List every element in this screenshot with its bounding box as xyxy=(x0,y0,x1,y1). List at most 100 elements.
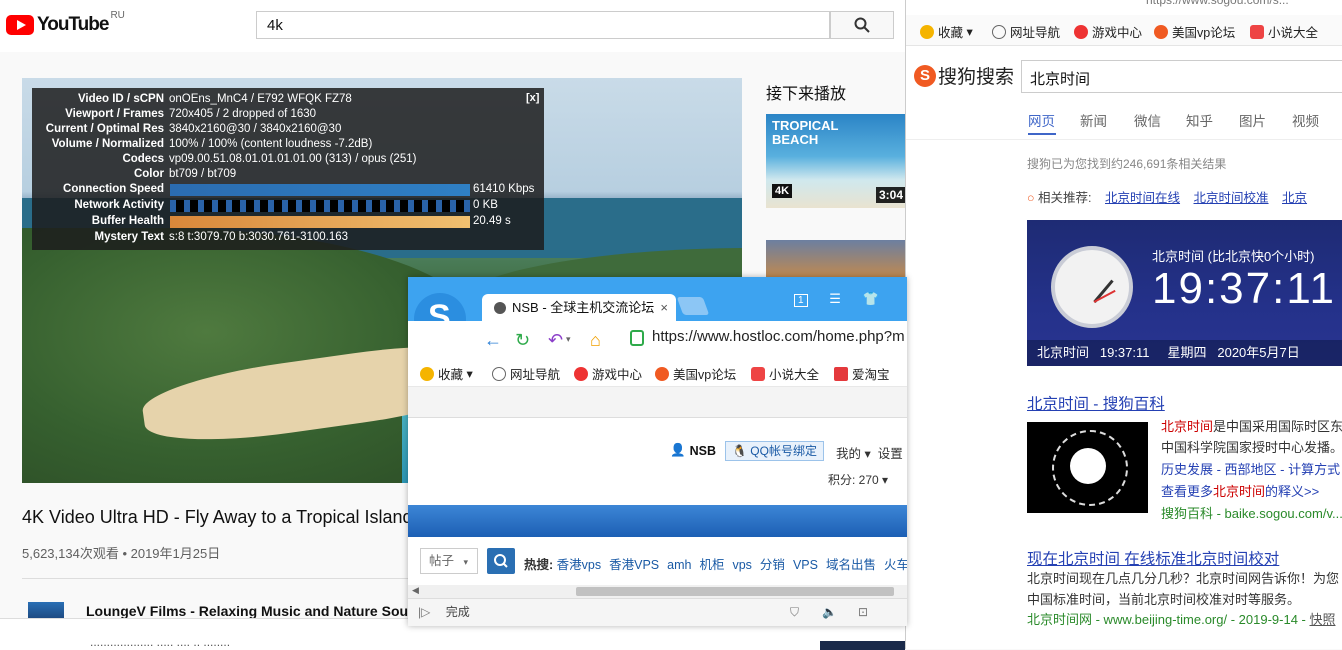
hot-link[interactable]: amh xyxy=(667,558,691,572)
related-link[interactable]: 北京时间在线 xyxy=(1105,191,1180,205)
up-next-thumbnail[interactable] xyxy=(766,240,906,280)
network-activity-graph xyxy=(170,200,470,212)
beijing-time-widget: 北京时间 (比北京快0个小时) 19:37:11 北京时间 19:37:11 星… xyxy=(1027,220,1342,366)
user-link[interactable]: 👤 NSB xyxy=(670,443,716,458)
result-title[interactable]: 现在北京时间 在线标准北京时间校对 xyxy=(1027,547,1279,569)
score-menu[interactable]: 积分: 270 ▾ xyxy=(828,471,888,488)
logo-text: 搜狗搜索 xyxy=(938,67,1015,88)
hot-link[interactable]: 域名出售 xyxy=(826,558,876,572)
bookmark-games[interactable]: 游戏中心 xyxy=(574,364,642,383)
globe-icon xyxy=(992,24,1006,39)
forum-nav-bar xyxy=(408,505,907,537)
shield-icon[interactable]: ⛉ xyxy=(790,599,799,625)
bookmark-label: 游戏中心 xyxy=(1092,26,1143,40)
my-menu[interactable]: 我的 ▾ 设置 xyxy=(836,443,903,462)
bookmark-favorites[interactable]: 收藏 ▾ xyxy=(420,364,473,383)
bookmarks-bar: 收藏 ▾ 网址导航 游戏中心 美国vp论坛 小说大全 xyxy=(906,15,1342,46)
address-bar[interactable]: https://www.sogou.com/s... xyxy=(906,0,1342,12)
source-url: 北京时间网 - www.beijing-time.org/ - 2019-9-1… xyxy=(1027,612,1310,627)
hot-link[interactable]: VPS xyxy=(793,558,818,572)
sogou-logo[interactable]: S 搜狗搜索 xyxy=(914,62,1014,89)
skin-icon[interactable]: 👕 xyxy=(862,291,878,306)
hot-link[interactable]: 香港vps xyxy=(557,558,601,572)
volume-icon[interactable]: 🔈 xyxy=(822,599,837,625)
scroll-left-icon[interactable]: ◀ xyxy=(412,585,419,596)
bookmark-novels[interactable]: 小说大全 xyxy=(751,364,819,383)
stats-row: Mystery Text s:8 t:3079.70 b:3030.761-310… xyxy=(32,231,544,246)
bookmark-taobao[interactable]: 爱淘宝 xyxy=(834,364,890,383)
search-button[interactable] xyxy=(830,11,894,39)
hot-link[interactable]: 火车头 xyxy=(884,558,907,572)
channel-name[interactable]: LoungeV Films - Relaxing Music and Natur… xyxy=(86,603,433,619)
result-more-link[interactable]: 查看更多北京时间的释义>> xyxy=(1161,481,1319,503)
up-next-thumbnail[interactable]: TROPICAL BEACH 4K 3:04 xyxy=(766,114,906,208)
bookmark-nav[interactable]: 网址导航 xyxy=(492,364,560,383)
bookmark-games[interactable]: 游戏中心 xyxy=(1074,22,1142,41)
status-bar: |▷ 完成 ⛉ 🔈 ⊡ xyxy=(408,598,907,626)
browser-tab[interactable]: NSB - 全球主机交流论坛 × xyxy=(482,294,676,321)
tab-wechat[interactable]: 微信 xyxy=(1134,110,1161,130)
stats-for-nerds-panel: [x] Video ID / sCPN onOEns_MnC4 / E792 WF… xyxy=(32,88,544,250)
active-tab-indicator xyxy=(1028,133,1056,135)
tab-news[interactable]: 新闻 xyxy=(1080,110,1107,130)
sidebar-toggle-icon[interactable]: |▷ xyxy=(418,605,430,619)
related-link[interactable]: 北京 xyxy=(1282,191,1307,205)
truncated-text: ................... ..... .... .. ......… xyxy=(90,635,231,649)
search-input[interactable]: 北京时间 xyxy=(1021,60,1342,93)
snapshot-link[interactable]: 快照 xyxy=(1309,612,1335,627)
result-snippet: 中国标准时间，当前北京时间校准对时等服务。 xyxy=(1027,592,1301,607)
result-sublinks[interactable]: 历史发展 - 西部地区 - 计算方式 xyxy=(1161,459,1340,481)
shield-favicon-icon xyxy=(494,302,506,314)
search-icon xyxy=(854,17,870,33)
stats-value: 20.49 s xyxy=(473,215,511,227)
secure-shield-icon[interactable] xyxy=(630,330,644,346)
4k-badge: 4K xyxy=(772,184,793,198)
tab-web[interactable]: 网页 xyxy=(1028,110,1055,130)
result-title[interactable]: 北京时间 - 搜狗百科 xyxy=(1027,392,1165,414)
stats-row: Video ID / sCPN onOEns_MnC4 / E792 WFQK F… xyxy=(32,93,544,108)
tab-zhihu[interactable]: 知乎 xyxy=(1186,110,1213,130)
bookmark-favorites[interactable]: 收藏 ▾ xyxy=(920,22,973,41)
bookmark-vps[interactable]: 美国vp论坛 xyxy=(1154,22,1235,41)
stats-row: Connection Speed 61410 Kbps xyxy=(32,183,544,198)
undo-icon[interactable]: ↶ xyxy=(548,330,563,351)
forum-search-button[interactable] xyxy=(487,548,515,574)
settings-link[interactable]: 设置 xyxy=(878,447,903,461)
clock-icon xyxy=(1051,246,1133,328)
baike-clock-image[interactable] xyxy=(1027,422,1148,513)
highlight: 北京时间 xyxy=(1213,484,1266,499)
back-icon[interactable]: ← xyxy=(484,330,502,351)
hot-link[interactable]: 机柜 xyxy=(699,558,724,572)
search-input[interactable]: 4k xyxy=(256,11,830,39)
home-icon[interactable]: ⌂ xyxy=(590,330,601,351)
qq-bind-button[interactable]: 🐧 QQ帐号绑定 xyxy=(725,441,824,461)
hot-link[interactable]: 分销 xyxy=(760,558,785,572)
tab-close-button[interactable]: × xyxy=(660,294,668,321)
search-type-select[interactable]: 帖子 ▾ xyxy=(420,548,478,574)
sidebar-icon[interactable]: 1 xyxy=(794,294,808,307)
horizontal-scrollbar[interactable]: ◀ xyxy=(408,585,907,598)
youtube-logo-text: YouTube xyxy=(37,14,109,35)
tab-video[interactable]: 视频 xyxy=(1292,110,1319,130)
stats-row: Color bt709 / bt709 xyxy=(32,168,544,183)
bookmark-nav[interactable]: 网址导航 xyxy=(992,22,1060,41)
scrollbar-thumb[interactable] xyxy=(576,587,894,596)
address-bar[interactable]: https://www.hostloc.com/home.php?m xyxy=(652,328,907,345)
hot-link[interactable]: vps xyxy=(732,558,751,572)
tab-images[interactable]: 图片 xyxy=(1239,110,1266,130)
chevron-down-icon[interactable]: ▾ xyxy=(566,334,571,345)
screenshot-icon[interactable]: ⊡ xyxy=(858,599,868,625)
user-icon: 👤 xyxy=(670,443,686,457)
window-controls: 1 ☰ 👕 xyxy=(794,291,879,307)
result-source: 北京时间网 - www.beijing-time.org/ - 2019-9-1… xyxy=(1027,609,1336,631)
bookmark-vps[interactable]: 美国vp论坛 xyxy=(655,364,736,383)
clock-time: 19:37:11 xyxy=(1152,264,1337,313)
bookmark-novels[interactable]: 小说大全 xyxy=(1250,22,1318,41)
related-link[interactable]: 北京时间校准 xyxy=(1194,191,1269,205)
youtube-logo[interactable]: YouTube RU xyxy=(6,10,125,38)
stats-value: s:8 t:3079.70 b:3030.761-3100.163 xyxy=(169,231,349,243)
refresh-icon[interactable]: ↻ xyxy=(515,330,530,351)
hot-link[interactable]: 香港VPS xyxy=(609,558,659,572)
menu-icon[interactable]: ☰ xyxy=(829,291,841,306)
stats-value: 61410 Kbps xyxy=(473,183,535,195)
